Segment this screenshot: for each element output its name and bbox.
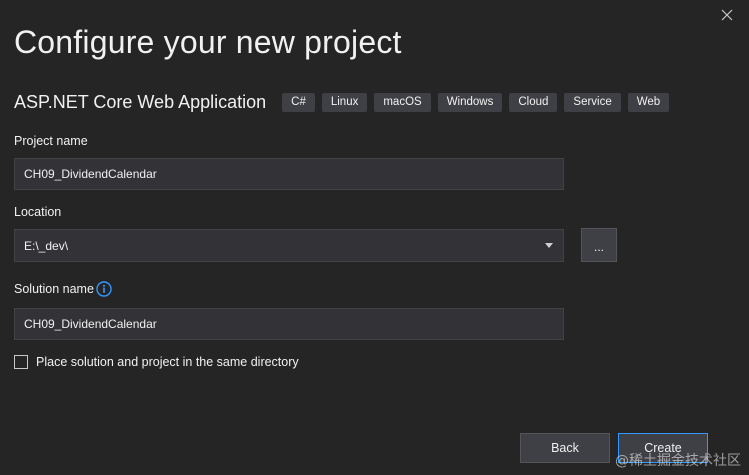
info-icon[interactable] [96,281,112,297]
project-name-label: Project name [14,134,88,148]
tag-csharp: C# [282,92,315,112]
solution-name-value: CH09_DividendCalendar [24,317,157,331]
same-directory-option[interactable]: Place solution and project in the same d… [14,355,299,369]
tag-service: Service [564,92,621,112]
project-name-value: CH09_DividendCalendar [24,167,157,181]
same-directory-label[interactable]: Place solution and project in the same d… [36,355,299,369]
tag-windows: Windows [437,92,503,112]
project-name-field[interactable]: CH09_DividendCalendar [14,158,564,190]
tag-linux: Linux [321,92,368,112]
tag-web: Web [627,92,670,112]
solution-name-field[interactable]: CH09_DividendCalendar [14,308,564,340]
tag-cloud: Cloud [509,92,558,112]
template-name: ASP.NET Core Web Application [14,91,267,112]
chevron-down-icon[interactable] [544,241,554,251]
location-label: Location [14,205,62,219]
solution-name-label: Solution name [14,282,94,296]
browse-button[interactable]: ... [581,228,617,262]
location-dropdown[interactable]: E:\_dev\ [14,229,564,262]
close-icon[interactable] [719,7,735,23]
location-value: E:\_dev\ [24,238,69,253]
page-title: Configure your new project [14,24,402,60]
same-directory-checkbox[interactable] [14,355,28,369]
watermark: @稀土掘金技术社区 [615,453,741,469]
template-header: ASP.NET Core Web Application C# Linux ma… [14,92,676,112]
back-button[interactable]: Back [520,433,610,463]
tag-macos: macOS [374,92,431,112]
configure-project-dialog: Configure your new project ASP.NET Core … [0,0,749,475]
